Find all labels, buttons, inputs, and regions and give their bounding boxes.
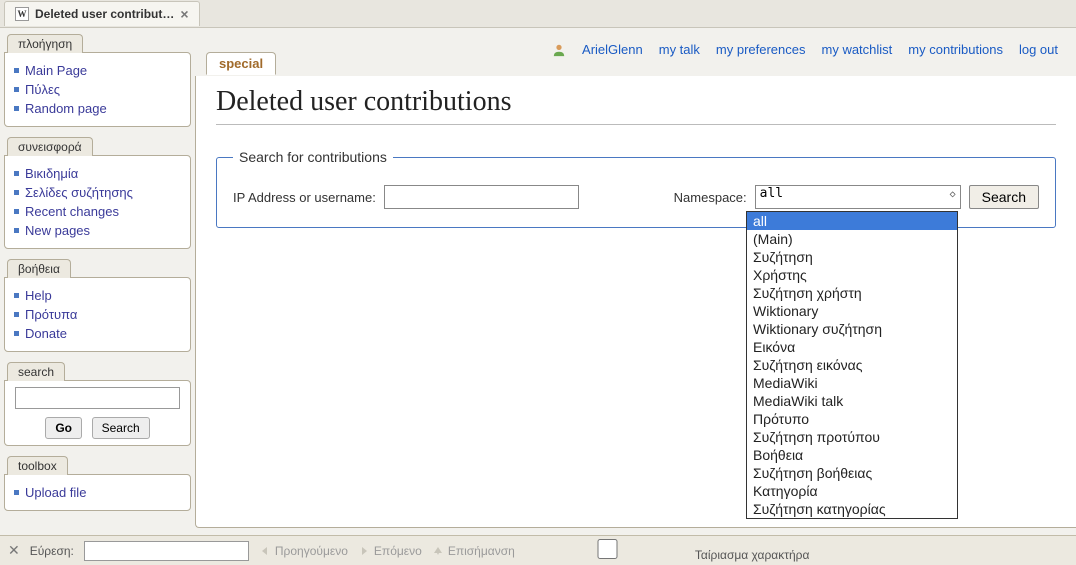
go-button[interactable]: Go: [45, 417, 82, 439]
content-tabs: special: [206, 52, 276, 75]
search-button[interactable]: Search: [92, 417, 150, 439]
namespace-option[interactable]: Συζήτηση χρήστη: [747, 284, 957, 302]
sidebar-item[interactable]: Recent changes: [11, 202, 184, 221]
namespace-option[interactable]: Συζήτηση προτύπου: [747, 428, 957, 446]
search-heading: search: [7, 362, 65, 381]
logout-link[interactable]: log out: [1019, 42, 1058, 57]
ip-label: IP Address or username:: [233, 190, 376, 205]
namespace-option[interactable]: Συζήτηση βοήθειας: [747, 464, 957, 482]
user-icon: [552, 43, 566, 57]
findbar-input[interactable]: [84, 541, 249, 561]
namespace-option[interactable]: MediaWiki: [747, 374, 957, 392]
find-bar: ✕ Εύρεση: Προηγούμενο Επόμενο Επισήμανση…: [0, 535, 1076, 565]
browser-tab-title: Deleted user contribut…: [35, 7, 174, 21]
arrow-right-icon: [358, 545, 370, 557]
username-link[interactable]: ArielGlenn: [582, 42, 643, 57]
namespace-option[interactable]: Συζήτηση: [747, 248, 957, 266]
help-heading: βοήθεια: [7, 259, 71, 278]
watchlist-link[interactable]: my watchlist: [822, 42, 893, 57]
sidebar-item[interactable]: Σελίδες συζήτησης: [11, 183, 184, 202]
match-case-label[interactable]: Ταίριασμα χαρακτήρα: [525, 539, 810, 562]
findbar-label: Εύρεση:: [30, 544, 74, 558]
namespace-option[interactable]: Εικόνα: [747, 338, 957, 356]
mytalk-link[interactable]: my talk: [659, 42, 700, 57]
namespace-dropdown[interactable]: all(Main)ΣυζήτησηΧρήστηςΣυζήτηση χρήστηW…: [746, 211, 958, 519]
namespace-option[interactable]: Συζήτηση κατηγορίας: [747, 500, 957, 518]
sidebar-item[interactable]: Random page: [11, 99, 184, 118]
fieldset-legend: Search for contributions: [233, 149, 393, 165]
namespace-label: Namespace:: [674, 190, 747, 205]
sidebar-item[interactable]: Help: [11, 286, 184, 305]
search-input[interactable]: [15, 387, 180, 409]
browser-tab[interactable]: W Deleted user contribut… ×: [4, 1, 200, 26]
namespace-option[interactable]: (Main): [747, 230, 957, 248]
browser-tab-bar: W Deleted user contribut… ×: [0, 0, 1076, 28]
namespace-option[interactable]: Βοήθεια: [747, 446, 957, 464]
sidebar-item[interactable]: Πύλες: [11, 80, 184, 99]
sidebar-item[interactable]: Donate: [11, 324, 184, 343]
help-portlet: βοήθεια Help Πρότυπα Donate: [4, 259, 191, 352]
namespace-option[interactable]: Κατηγορία: [747, 482, 957, 500]
nav-portlet: πλοήγηση Main Page Πύλες Random page: [4, 34, 191, 127]
sidebar-item[interactable]: Βικιδημία: [11, 164, 184, 183]
namespace-option[interactable]: MediaWiki talk: [747, 392, 957, 410]
nav-heading: πλοήγηση: [7, 34, 83, 53]
namespace-option[interactable]: Πρότυπο: [747, 410, 957, 428]
contrib-heading: συνεισφορά: [7, 137, 93, 156]
namespace-option[interactable]: all: [747, 212, 957, 230]
highlight-button[interactable]: Επισήμανση: [432, 544, 515, 558]
namespace-option[interactable]: Χρήστης: [747, 266, 957, 284]
find-next-button[interactable]: Επόμενο: [358, 544, 422, 558]
toolbox-heading: toolbox: [7, 456, 68, 475]
sidebar-item[interactable]: New pages: [11, 221, 184, 240]
namespace-select[interactable]: all: [755, 185, 961, 209]
find-prev-button[interactable]: Προηγούμενο: [259, 544, 348, 558]
contrib-search-button[interactable]: Search: [969, 185, 1039, 209]
wikipedia-favicon: W: [15, 7, 29, 21]
prefs-link[interactable]: my preferences: [716, 42, 806, 57]
match-case-checkbox[interactable]: [525, 539, 690, 559]
tab-close-icon[interactable]: ×: [180, 6, 188, 22]
sidebar-item[interactable]: Upload file: [11, 483, 184, 502]
sidebar-item[interactable]: Main Page: [11, 61, 184, 80]
sidebar-item[interactable]: Πρότυπα: [11, 305, 184, 324]
search-portlet: search Go Search: [4, 362, 191, 446]
namespace-option[interactable]: Συζήτηση εικόνας: [747, 356, 957, 374]
page-title: Deleted user contributions: [216, 86, 1056, 125]
sidebar: πλοήγηση Main Page Πύλες Random page συν…: [0, 28, 195, 528]
arrow-left-icon: [259, 545, 271, 557]
findbar-close-icon[interactable]: ✕: [8, 542, 20, 559]
tab-special[interactable]: special: [206, 52, 276, 75]
toolbox-portlet: toolbox Upload file: [4, 456, 191, 511]
username-input[interactable]: [384, 185, 579, 209]
highlight-icon: [432, 545, 444, 557]
namespace-option[interactable]: Wiktionary συζήτηση: [747, 320, 957, 338]
namespace-option[interactable]: Wiktionary: [747, 302, 957, 320]
contribs-link[interactable]: my contributions: [908, 42, 1003, 57]
contrib-portlet: συνεισφορά Βικιδημία Σελίδες συζήτησης R…: [4, 137, 191, 249]
user-links: ArielGlenn my talk my preferences my wat…: [552, 42, 1058, 57]
